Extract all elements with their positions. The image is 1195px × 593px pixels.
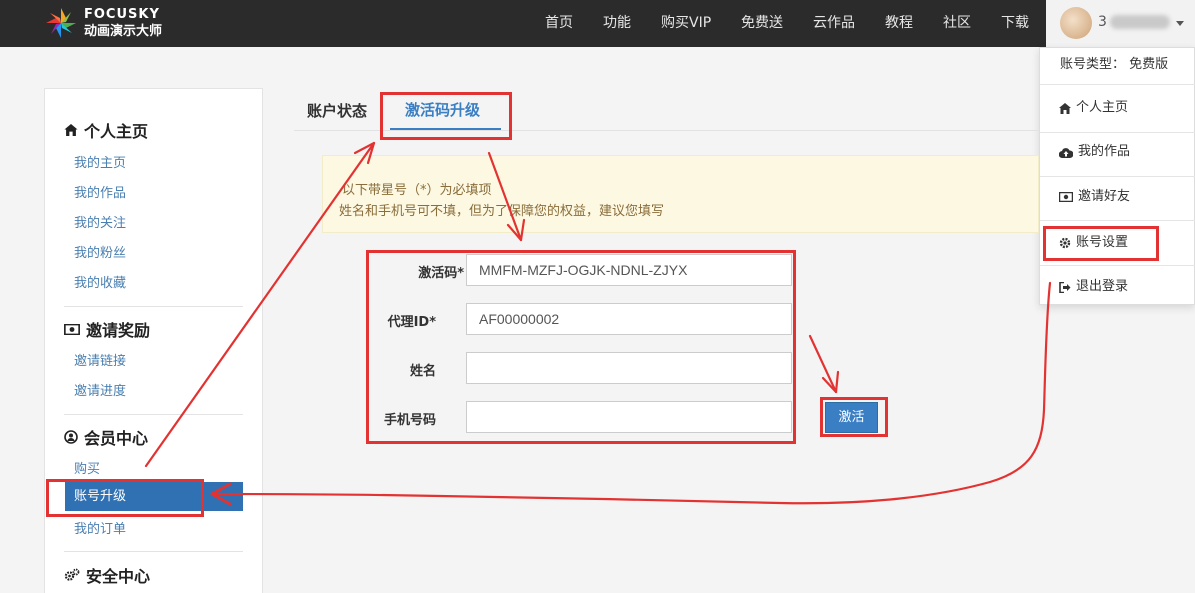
nav-item-community[interactable]: 社区 xyxy=(943,0,971,47)
agent-id-input[interactable] xyxy=(466,303,792,335)
focusky-logo-icon xyxy=(46,8,76,38)
nav-item-free[interactable]: 免费送 xyxy=(741,0,783,47)
sidebar-item-my-follows[interactable]: 我的关注 xyxy=(74,212,126,231)
menu-item-label: 退出登录 xyxy=(1076,279,1129,294)
sidebar-item-buy[interactable]: 购买 xyxy=(74,458,100,477)
menu-item-account-settings[interactable]: 账号设置 xyxy=(1040,223,1195,263)
user-menu-toggle[interactable]: 3 xyxy=(1046,0,1195,47)
section-title: 个人主页 xyxy=(84,122,149,141)
notice-box: 以下带星号（*）为必填项 姓名和手机号可不填，但为了保障您的权益，建议您填写 xyxy=(322,155,1039,233)
home-icon xyxy=(64,124,78,136)
home-icon xyxy=(1059,102,1071,114)
gears-icon xyxy=(64,568,80,581)
brand-name-cn: 动画演示大师 xyxy=(84,24,163,39)
nav-item-features[interactable]: 功能 xyxy=(603,0,631,47)
name-label: 姓名 xyxy=(409,364,436,379)
sidebar-item-my-fans[interactable]: 我的粉丝 xyxy=(74,242,126,261)
activate-button[interactable]: 激活 xyxy=(825,402,878,433)
menu-item-label: 邀请好友 xyxy=(1078,189,1131,204)
divider xyxy=(1040,220,1195,221)
sidebar-item-my-home[interactable]: 我的主页 xyxy=(74,152,126,171)
username: 3 xyxy=(1098,14,1107,30)
tabs-divider xyxy=(294,130,1039,131)
nav-item-cloud-works[interactable]: 云作品 xyxy=(813,0,855,47)
sidebar-item-my-orders[interactable]: 我的订单 xyxy=(74,518,126,537)
agent-id-label: 代理ID* xyxy=(387,315,436,330)
gear-icon xyxy=(1059,237,1071,249)
activation-code-input[interactable] xyxy=(466,254,792,286)
divider xyxy=(1040,265,1195,266)
notice-optional-fields: 姓名和手机号可不填，但为了保障您的权益，建议您填写 xyxy=(339,204,665,219)
account-type: 账号类型： 免费版 xyxy=(1060,57,1169,72)
nav-item-tutorials[interactable]: 教程 xyxy=(885,0,913,47)
divider xyxy=(64,551,243,552)
section-title: 邀请奖励 xyxy=(86,321,151,340)
menu-item-my-works[interactable]: 我的作品 xyxy=(1040,132,1195,172)
sidebar-item-invite-link[interactable]: 邀请链接 xyxy=(74,350,126,369)
sidebar-section-security: 安全中心 xyxy=(64,563,150,587)
menu-item-label: 我的作品 xyxy=(1078,144,1131,159)
menu-item-invite[interactable]: 邀请好友 xyxy=(1040,177,1195,217)
menu-item-label: 个人主页 xyxy=(1076,100,1129,115)
top-navbar: FOCUSKY 动画演示大师 首页 功能 购买VIP 免费送 云作品 教程 社区… xyxy=(0,0,1195,47)
brand-logo[interactable]: FOCUSKY 动画演示大师 xyxy=(44,5,162,41)
sidebar-section-member: 会员中心 xyxy=(64,425,148,449)
avatar xyxy=(1060,7,1092,39)
name-input[interactable] xyxy=(466,352,792,384)
money-icon xyxy=(64,323,80,335)
menu-item-label: 账号设置 xyxy=(1076,235,1129,250)
sidebar-item-invite-progress[interactable]: 邀请进度 xyxy=(74,380,126,399)
username-redacted xyxy=(1110,15,1170,29)
sidebar-item-account-upgrade[interactable]: 账号升级 xyxy=(65,482,243,511)
sidebar-item-my-favorites[interactable]: 我的收藏 xyxy=(74,272,126,291)
chevron-down-icon xyxy=(1176,21,1184,26)
phone-input[interactable] xyxy=(466,401,792,433)
divider xyxy=(64,306,243,307)
money-icon xyxy=(1059,192,1073,202)
activation-code-label: 激活码* xyxy=(418,266,464,281)
user-dropdown-menu: 账号类型： 免费版 个人主页 我的作品 邀请好友 账号设置 退出登录 xyxy=(1039,47,1195,305)
sidebar-section-profile: 个人主页 xyxy=(64,118,148,142)
nav-item-buy-vip[interactable]: 购买VIP xyxy=(661,0,711,47)
section-title: 会员中心 xyxy=(84,429,149,448)
brand-name-en: FOCUSKY xyxy=(84,7,160,22)
sidebar-item-my-works[interactable]: 我的作品 xyxy=(74,182,126,201)
menu-item-logout[interactable]: 退出登录 xyxy=(1040,267,1195,307)
sidebar-section-invite: 邀请奖励 xyxy=(64,317,150,341)
tab-account-status[interactable]: 账户状态 xyxy=(307,100,367,121)
tab-activation-upgrade[interactable]: 激活码升级 xyxy=(405,99,480,120)
nav-item-home[interactable]: 首页 xyxy=(545,0,573,47)
phone-label: 手机号码 xyxy=(383,413,436,428)
nav-item-download[interactable]: 下载 xyxy=(1001,0,1029,47)
annotation-arrow-to-activate xyxy=(808,334,838,394)
user-circle-icon xyxy=(64,430,78,444)
divider xyxy=(1040,84,1195,85)
notice-required-fields: 以下带星号（*）为必填项 xyxy=(342,183,492,198)
divider xyxy=(64,414,243,415)
menu-item-profile[interactable]: 个人主页 xyxy=(1040,88,1195,128)
cloud-upload-icon xyxy=(1059,147,1073,158)
sidebar: 个人主页 我的主页 我的作品 我的关注 我的粉丝 我的收藏 邀请奖励 邀请链接 … xyxy=(44,88,263,593)
section-title: 安全中心 xyxy=(86,567,151,586)
sign-out-icon xyxy=(1059,281,1071,293)
annotation-arrowhead xyxy=(821,370,840,394)
